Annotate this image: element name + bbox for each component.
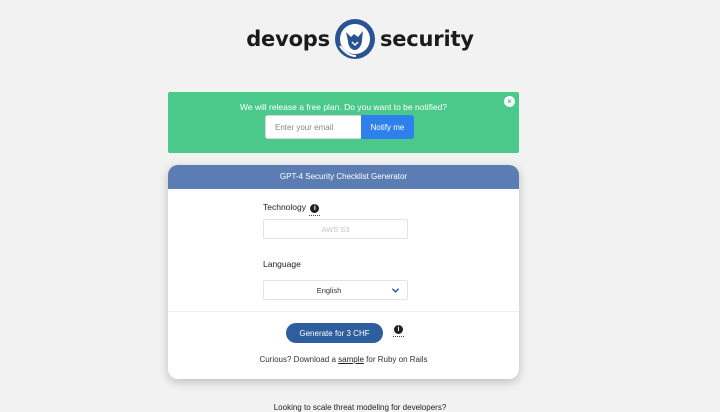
checklist-generator-card: GPT-4 Security Checklist Generator Techn… [168,165,519,379]
technology-input[interactable] [263,219,408,239]
logo-text-security: security [379,27,474,51]
notify-banner: We will release a free plan. Do you want… [168,92,519,153]
sample-prefix: Curious? Download a [259,355,339,364]
brand-logo[interactable]: devops security [0,18,720,60]
footer-text: Looking to scale threat modeling for dev… [273,403,447,412]
generate-button[interactable]: Generate for 3 CHF [286,323,383,343]
notify-button[interactable]: Notify me [361,115,414,139]
info-icon[interactable]: i [309,204,321,216]
banner-message: We will release a free plan. Do you want… [239,102,448,112]
chevron-down-icon [392,288,399,293]
email-field[interactable] [265,115,361,139]
logo-text-devops: devops [246,27,330,51]
language-label: Language [263,259,301,269]
language-select[interactable]: English [263,280,408,300]
info-icon[interactable]: i [393,325,404,337]
technology-label: Technology i [263,202,321,216]
sample-suffix: for Ruby on Rails [363,355,428,364]
card-title: GPT-4 Security Checklist Generator [168,165,519,189]
divider [168,311,519,312]
fox-shield-icon [334,19,375,59]
technology-label-text: Technology [263,202,307,212]
language-selected-value: English [316,286,342,295]
sample-link[interactable]: sample [338,355,364,364]
close-icon[interactable]: × [504,96,515,107]
sample-download-line: Curious? Download a sample for Ruby on R… [168,355,519,364]
